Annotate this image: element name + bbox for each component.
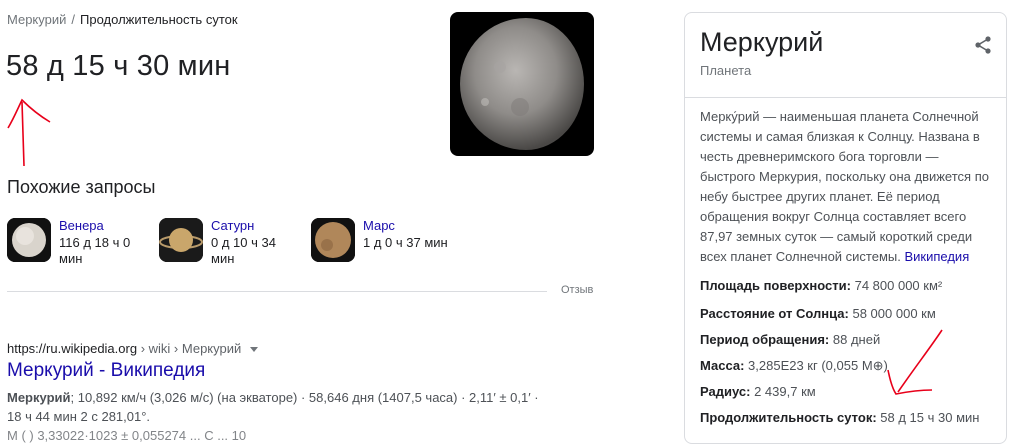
knowledge-panel: Меркурий Планета Мерку́рий — наименьшая … [684, 12, 1007, 444]
snippet-bold: Меркурий [7, 390, 71, 405]
mercury-image[interactable] [450, 12, 594, 156]
fact-value: 58 д 15 ч 30 мин [880, 410, 980, 425]
section-divider [7, 291, 547, 292]
fact-key[interactable]: Площадь поверхности: [700, 278, 851, 293]
kp-source-link[interactable]: Википедия [904, 249, 969, 264]
kp-title: Меркурий [700, 27, 824, 57]
fact-key[interactable]: Радиус: [700, 384, 750, 399]
result-domain: https://ru.wikipedia.org [7, 341, 138, 356]
breadcrumb-separator: / [71, 12, 76, 27]
kp-description-text: Мерку́рий — наименьшая планета Солнечной… [700, 109, 989, 264]
venus-thumbnail [7, 218, 51, 262]
share-icon[interactable] [973, 35, 993, 55]
caret-down-icon[interactable] [249, 342, 259, 357]
fact-key[interactable]: Продолжительность суток: [700, 410, 877, 425]
snippet-text: ; 10,892 км/ч (3,026 м/с) (на экваторе) … [7, 390, 539, 424]
related-item-mars[interactable]: Марс 1 д 0 ч 37 мин [311, 216, 456, 266]
kp-fact-surface: Площадь поверхности: 74 800 000 км² [700, 278, 942, 293]
kp-fact-period: Период обращения: 88 дней [700, 332, 880, 347]
fact-key[interactable]: Масса: [700, 358, 744, 373]
mars-thumbnail [311, 218, 355, 262]
result-snippet: Меркурий; 10,892 км/ч (3,026 м/с) (на эк… [7, 388, 552, 426]
saturn-thumbnail [159, 218, 203, 262]
kp-subtitle: Планета [700, 63, 752, 78]
fact-key[interactable]: Период обращения: [700, 332, 829, 347]
result-url[interactable]: https://ru.wikipedia.org › wiki › Меркур… [7, 341, 259, 357]
breadcrumb: Меркурий / Продолжительность суток [7, 12, 238, 27]
fact-value: 88 дней [832, 332, 881, 347]
fact-value: 58 000 000 км [852, 306, 936, 321]
related-item-value: 0 д 10 ч 34 мин [211, 235, 276, 266]
feedback-link[interactable]: Отзыв [561, 284, 593, 296]
kp-fact-mass: Масса: 3,285E23 кг (0,055 M⊕) [700, 358, 888, 374]
related-item-name[interactable]: Сатурн [211, 218, 254, 233]
related-item-saturn[interactable]: Сатурн 0 д 10 ч 34 мин [159, 216, 304, 266]
related-item-venus[interactable]: Венера 116 д 18 ч 0 мин [7, 216, 152, 266]
breadcrumb-parent-link[interactable]: Меркурий [7, 12, 66, 27]
kp-fact-day-length: Продолжительность суток: 58 д 15 ч 30 ми… [700, 410, 979, 425]
breadcrumb-current: Продолжительность суток [80, 12, 238, 27]
related-searches-title: Похожие запросы [7, 177, 156, 197]
related-item-value: 1 д 0 ч 37 мин [363, 235, 448, 250]
result-crumbs: › wiki › Меркурий [140, 341, 242, 356]
kp-divider [685, 97, 1006, 98]
annotation-arrow-left [7, 98, 51, 167]
fact-value: 3,285E23 кг (0,055 M⊕) [748, 358, 888, 373]
related-item-name[interactable]: Марс [363, 218, 395, 233]
fact-value: 74 800 000 км² [854, 278, 943, 293]
featured-answer: 58 д 15 ч 30 мин [6, 50, 231, 82]
related-item-name[interactable]: Венера [59, 218, 104, 233]
kp-fact-distance: Расстояние от Солнца: 58 000 000 км [700, 306, 936, 321]
result-title-link[interactable]: Меркурий - Википедия [7, 360, 205, 382]
result-snippet-cut: М ( ) 3,33022·1023 ± 0,055274 ... С ... … [7, 428, 247, 443]
kp-fact-radius: Радиус: 2 439,7 км [700, 384, 816, 399]
related-item-value: 116 д 18 ч 0 мин [59, 235, 131, 266]
kp-description: Мерку́рий — наименьшая планета Солнечной… [700, 107, 992, 267]
fact-key[interactable]: Расстояние от Солнца: [700, 306, 849, 321]
fact-value: 2 439,7 км [754, 384, 816, 399]
